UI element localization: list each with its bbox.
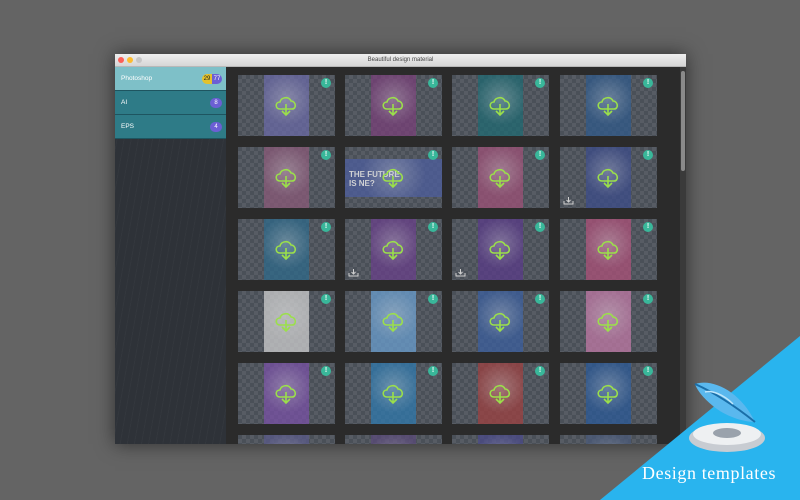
template-tile[interactable]: !	[452, 291, 549, 352]
feather-app-icon	[689, 382, 765, 452]
info-badge-icon[interactable]: !	[535, 78, 545, 88]
template-tile[interactable]: !	[345, 75, 442, 136]
template-preview	[586, 435, 631, 444]
template-tile[interactable]: !	[560, 291, 657, 352]
template-tile[interactable]: !	[238, 147, 335, 208]
cloud-download-icon[interactable]	[595, 310, 621, 334]
info-badge-icon[interactable]: !	[643, 222, 653, 232]
template-tile[interactable]	[560, 435, 657, 444]
sidebar-item-label: AI	[121, 99, 128, 106]
info-badge-icon[interactable]: !	[321, 222, 331, 232]
template-tile[interactable]: !	[452, 363, 549, 424]
window-title: Beautiful design material	[367, 57, 434, 63]
info-badge-icon[interactable]: !	[643, 294, 653, 304]
cloud-download-icon[interactable]	[273, 166, 299, 190]
title-bar: Beautiful design material	[115, 54, 686, 67]
template-tile[interactable]: !	[345, 291, 442, 352]
template-tile[interactable]	[238, 435, 335, 444]
info-badge-icon[interactable]: !	[321, 294, 331, 304]
cloud-download-icon[interactable]	[380, 166, 406, 190]
info-badge-icon[interactable]: !	[428, 366, 438, 376]
cloud-download-icon[interactable]	[487, 238, 513, 262]
info-badge-icon[interactable]: !	[428, 294, 438, 304]
template-tile[interactable]: !	[560, 219, 657, 280]
info-badge-icon[interactable]: !	[643, 150, 653, 160]
count-badge: 8	[210, 98, 222, 108]
download-icon[interactable]	[348, 268, 359, 277]
info-badge-icon[interactable]: !	[428, 150, 438, 160]
cloud-download-icon[interactable]	[595, 94, 621, 118]
cloud-download-icon[interactable]	[487, 94, 513, 118]
template-preview	[478, 435, 523, 444]
cloud-download-icon[interactable]	[273, 310, 299, 334]
info-badge-icon[interactable]: !	[321, 150, 331, 160]
cloud-download-icon[interactable]	[487, 382, 513, 406]
info-badge-icon[interactable]: !	[535, 150, 545, 160]
app-window: Beautiful design material Photoshop 29 7…	[115, 54, 686, 444]
template-tile[interactable]: !	[560, 363, 657, 424]
template-tile[interactable]: !	[238, 291, 335, 352]
info-badge-icon[interactable]: !	[535, 294, 545, 304]
count-badge: 29	[202, 74, 212, 84]
template-tile[interactable]: !	[560, 75, 657, 136]
cloud-download-icon[interactable]	[273, 94, 299, 118]
cloud-download-icon[interactable]	[380, 382, 406, 406]
sidebar: Photoshop 29 77 AI 8 EPS 4	[115, 67, 226, 444]
template-preview	[264, 435, 309, 444]
scroll-thumb[interactable]	[681, 71, 685, 171]
info-badge-icon[interactable]: !	[643, 78, 653, 88]
cloud-download-icon[interactable]	[273, 238, 299, 262]
info-badge-icon[interactable]: !	[643, 366, 653, 376]
cloud-download-icon[interactable]	[380, 310, 406, 334]
info-badge-icon[interactable]: !	[321, 78, 331, 88]
template-tile[interactable]: !	[560, 147, 657, 208]
template-tile[interactable]: !	[345, 219, 442, 280]
count-badge: 4	[210, 122, 222, 132]
download-icon[interactable]	[455, 268, 466, 277]
cloud-download-icon[interactable]	[595, 166, 621, 190]
cloud-download-icon[interactable]	[380, 94, 406, 118]
sidebar-item-photoshop[interactable]: Photoshop 29 77	[115, 67, 226, 91]
template-tile[interactable]: !	[345, 363, 442, 424]
sidebar-item-label: EPS	[121, 123, 135, 130]
info-badge-icon[interactable]: !	[428, 222, 438, 232]
cloud-download-icon[interactable]	[273, 382, 299, 406]
template-tile[interactable]: !	[238, 363, 335, 424]
info-badge-icon[interactable]: !	[535, 222, 545, 232]
info-badge-icon[interactable]: !	[535, 366, 545, 376]
template-tile[interactable]: !	[452, 147, 549, 208]
cloud-download-icon[interactable]	[487, 166, 513, 190]
template-preview	[371, 435, 416, 444]
cloud-download-icon[interactable]	[595, 382, 621, 406]
sidebar-item-label: Photoshop	[121, 75, 153, 82]
cloud-download-icon[interactable]	[595, 238, 621, 262]
cloud-download-icon[interactable]	[380, 238, 406, 262]
template-tile[interactable]: !	[452, 75, 549, 136]
promo-label: Design templates	[642, 463, 777, 483]
template-tile[interactable]: !	[238, 75, 335, 136]
template-tile[interactable]: !	[238, 219, 335, 280]
template-tile[interactable]	[452, 435, 549, 444]
template-tile[interactable]	[345, 435, 442, 444]
info-badge-icon[interactable]: !	[428, 78, 438, 88]
sidebar-item-eps[interactable]: EPS 4	[115, 115, 226, 139]
template-tile[interactable]: THE FUTURE IS NE?!	[345, 147, 442, 208]
sidebar-item-ai[interactable]: AI 8	[115, 91, 226, 115]
cloud-download-icon[interactable]	[487, 310, 513, 334]
count-badge: 77	[212, 74, 222, 84]
template-grid: !!!!! THE FUTURE IS NE?!!!!!!!!!!!!!!!	[226, 67, 680, 444]
template-tile[interactable]: !	[452, 219, 549, 280]
info-badge-icon[interactable]: !	[321, 366, 331, 376]
download-icon[interactable]	[563, 196, 574, 205]
